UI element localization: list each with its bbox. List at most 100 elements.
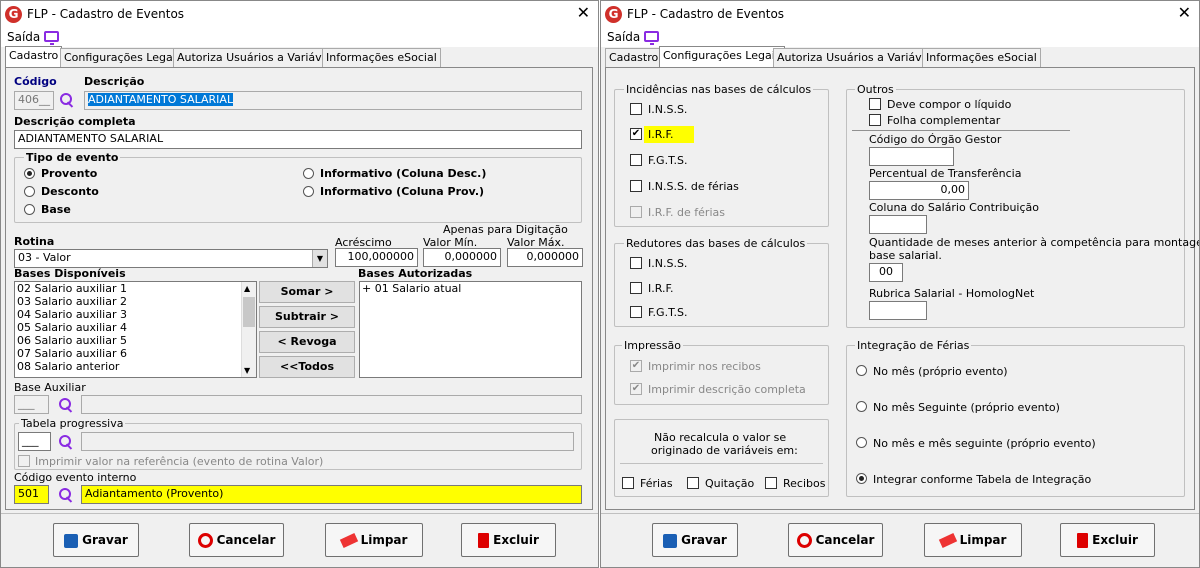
descricao-input[interactable]: ADIANTAMENTO SALARIAL <box>84 91 582 110</box>
radio-desconto[interactable] <box>24 186 35 197</box>
radio-no-mes[interactable] <box>856 365 867 376</box>
radio-informativo-prov[interactable] <box>303 186 314 197</box>
incid-fgts-checkbox[interactable] <box>630 154 642 166</box>
scroll-thumb[interactable] <box>243 297 255 327</box>
tab-autoriza-usuarios[interactable]: Autoriza Usuários a Variáveis <box>773 48 942 67</box>
search-icon[interactable] <box>59 92 75 108</box>
incid-irf-ferias-checkbox[interactable] <box>630 206 642 218</box>
close-icon[interactable]: ✕ <box>1178 4 1191 22</box>
scroll-up-icon[interactable]: ▲ <box>244 282 250 295</box>
limpar-button[interactable]: Limpar <box>924 523 1022 557</box>
rubrica-input[interactable] <box>869 301 927 320</box>
title-bar: G FLP - Cadastro de Eventos ✕ <box>601 1 1199 29</box>
radio-mes-seguinte[interactable] <box>856 401 867 412</box>
folha-complementar-checkbox[interactable] <box>869 114 881 126</box>
imprimir-descricao-label: Imprimir descrição completa <box>648 383 806 396</box>
base-label: Base <box>41 203 71 216</box>
list-item[interactable]: 07 Salario auxiliar 6 <box>15 347 256 360</box>
list-item[interactable]: 06 Salario auxiliar 5 <box>15 334 256 347</box>
ferias-checkbox[interactable] <box>622 477 634 489</box>
percentual-input[interactable]: 0,00 <box>869 181 969 200</box>
incid-fgts-label: F.G.T.S. <box>648 154 688 167</box>
search-icon[interactable] <box>58 487 74 503</box>
limpar-button[interactable]: Limpar <box>325 523 423 557</box>
tab-autoriza-usuarios[interactable]: Autoriza Usuários a Variáveis <box>173 48 342 67</box>
list-item[interactable]: 05 Salario auxiliar 4 <box>15 321 256 334</box>
monitor-icon[interactable] <box>644 31 659 45</box>
search-icon[interactable] <box>58 434 74 450</box>
list-item[interactable]: + 01 Salario atual <box>360 282 581 295</box>
rotina-select[interactable]: 03 - Valor ▼ <box>14 249 328 268</box>
radio-informativo-desc[interactable] <box>303 168 314 179</box>
tipo-evento-group <box>14 157 582 223</box>
incid-inss-ferias-checkbox[interactable] <box>630 180 642 192</box>
base-auxiliar-label: Base Auxiliar <box>14 381 86 394</box>
qtd-meses-input[interactable]: 00 <box>869 263 903 282</box>
excluir-button[interactable]: Excluir <box>1060 523 1155 557</box>
recibos-checkbox[interactable] <box>765 477 777 489</box>
list-item[interactable]: 04 Salario auxiliar 3 <box>15 308 256 321</box>
menu-saida[interactable]: Saída <box>7 30 40 44</box>
orgao-gestor-label: Código do Órgão Gestor <box>869 133 1002 146</box>
list-item[interactable]: 03 Salario auxiliar 2 <box>15 295 256 308</box>
redut-irf-checkbox[interactable] <box>630 282 642 294</box>
descricao-completa-input[interactable]: ADIANTAMENTO SALARIAL <box>14 130 582 149</box>
radio-tabela-integracao[interactable] <box>856 473 867 484</box>
tab-informacoes-esocial[interactable]: Informações eSocial <box>322 48 441 67</box>
imprimir-descricao-checkbox[interactable]: ✔ <box>630 383 642 395</box>
orgao-gestor-input[interactable] <box>869 147 954 166</box>
chevron-down-icon[interactable]: ▼ <box>312 250 327 267</box>
scroll-down-icon[interactable]: ▼ <box>244 364 250 377</box>
redut-inss-checkbox[interactable] <box>630 257 642 269</box>
incid-inss-checkbox[interactable] <box>630 103 642 115</box>
tab-cadastro[interactable]: Cadastro <box>605 48 663 67</box>
redut-fgts-checkbox[interactable] <box>630 306 642 318</box>
imprimir-referencia-checkbox[interactable] <box>18 455 30 467</box>
list-item[interactable]: 08 Salario anterior <box>15 360 256 373</box>
divider <box>852 130 1070 131</box>
revoga-button[interactable]: < Revoga <box>259 331 355 353</box>
redut-irf-label: I.R.F. <box>648 282 674 295</box>
monitor-icon[interactable] <box>44 31 59 45</box>
excluir-button[interactable]: Excluir <box>461 523 556 557</box>
radio-mes-e-seguinte[interactable] <box>856 437 867 448</box>
tab-informacoes-esocial[interactable]: Informações eSocial <box>922 48 1041 67</box>
bases-autorizadas-list[interactable]: + 01 Salario atual <box>359 281 582 378</box>
list-item[interactable]: 02 Salario auxiliar 1 <box>15 282 256 295</box>
close-icon[interactable]: ✕ <box>577 4 590 22</box>
subtrair-button[interactable]: Subtrair > <box>259 306 355 328</box>
somar-button[interactable]: Somar > <box>259 281 355 303</box>
radio-provento[interactable] <box>24 168 35 179</box>
cancelar-button[interactable]: Cancelar <box>788 523 883 557</box>
compor-liquido-checkbox[interactable] <box>869 98 881 110</box>
acrescimo-input[interactable]: 100,000000 <box>335 248 418 267</box>
base-auxiliar-input[interactable]: ___ <box>14 395 49 414</box>
incid-irf-checkbox[interactable]: ✔ <box>630 128 642 140</box>
quitacao-checkbox[interactable] <box>687 477 699 489</box>
tabela-progressiva-input[interactable]: ___ <box>18 432 51 451</box>
menu-saida[interactable]: Saída <box>607 30 640 44</box>
search-icon[interactable] <box>58 397 74 413</box>
integracao-ferias-label: Integração de Férias <box>855 339 972 352</box>
todos-button[interactable]: <<Todos <box>259 356 355 378</box>
scrollbar[interactable]: ▲ ▼ <box>241 282 256 377</box>
coluna-salario-input[interactable] <box>869 215 927 234</box>
valor-max-input[interactable]: 0,000000 <box>507 248 583 267</box>
incid-irf-ferias-label: I.R.F. de férias <box>648 206 725 219</box>
imprimir-referencia-label: Imprimir valor na referência (evento de … <box>35 455 324 468</box>
cancelar-button[interactable]: Cancelar <box>189 523 284 557</box>
redut-inss-label: I.N.S.S. <box>648 257 688 270</box>
codigo-evento-interno-input[interactable]: 501 <box>14 485 49 504</box>
gravar-button[interactable]: Gravar <box>53 523 139 557</box>
valor-min-input[interactable]: 0,000000 <box>423 248 501 267</box>
tab-configuracoes-legais[interactable]: Configurações Legais <box>659 46 785 68</box>
gravar-button[interactable]: Gravar <box>652 523 738 557</box>
descricao-label: Descrição <box>84 75 145 88</box>
tabela-integracao-label: Integrar conforme Tabela de Integração <box>873 473 1092 486</box>
imprimir-recibos-checkbox[interactable]: ✔ <box>630 360 642 372</box>
bases-disponiveis-list[interactable]: 02 Salario auxiliar 1 03 Salario auxilia… <box>14 281 257 378</box>
radio-base[interactable] <box>24 204 35 215</box>
codigo-input[interactable]: 406__ <box>14 91 54 110</box>
tab-configuracoes-legais[interactable]: Configurações Legais <box>60 48 186 67</box>
tab-cadastro[interactable]: Cadastro <box>5 46 63 68</box>
